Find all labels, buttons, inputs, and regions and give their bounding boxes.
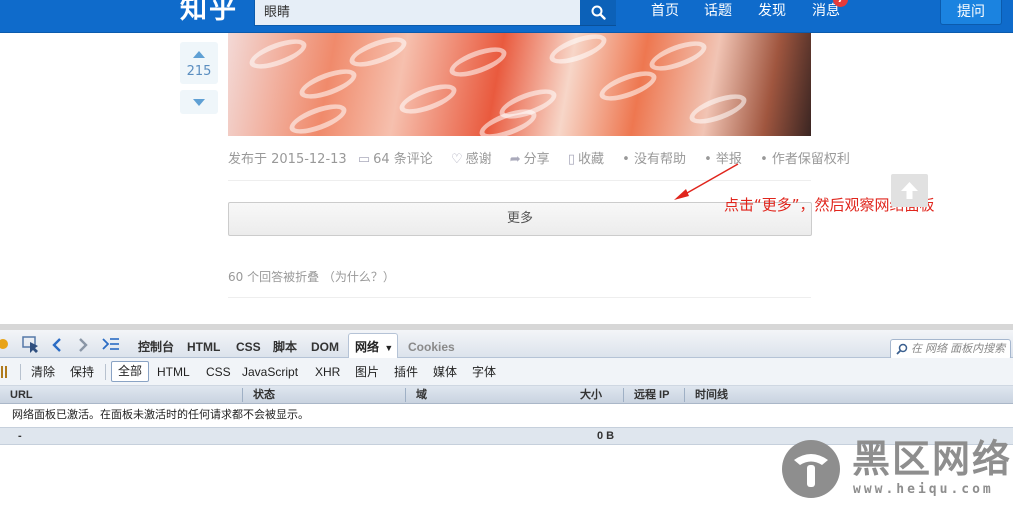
- column-url[interactable]: URL: [10, 388, 33, 402]
- back-icon[interactable]: [50, 336, 64, 354]
- nav-home[interactable]: 首页: [651, 2, 679, 20]
- column-timeline[interactable]: 时间线: [695, 388, 728, 402]
- devtools-search-input[interactable]: 在 网络 面板内搜索: [890, 339, 1011, 360]
- copyright-link[interactable]: • 作者保留权利: [760, 152, 857, 167]
- zhihu-logo[interactable]: 知乎: [180, 0, 238, 27]
- network-info-message: 网络面板已激活。在面板未激活时的任何请求都不会被显示。: [0, 405, 1013, 426]
- inspect-icon[interactable]: [22, 336, 40, 354]
- heart-icon: ♡: [450, 152, 463, 167]
- column-remote-ip[interactable]: 远程 IP: [634, 388, 669, 402]
- filter-plugins[interactable]: 插件: [394, 365, 418, 379]
- watermark-text: 黑区网络: [852, 437, 1013, 481]
- search-icon: [896, 343, 908, 355]
- filter-html[interactable]: HTML: [157, 365, 190, 379]
- summary-total-size: 0 B: [597, 430, 615, 442]
- arrow-up-icon: [901, 182, 918, 199]
- watermark-logo-icon: [782, 440, 840, 498]
- tab-css[interactable]: CSS: [236, 340, 261, 354]
- firebug-icon[interactable]: [0, 336, 10, 352]
- filter-images[interactable]: 图片: [355, 365, 379, 379]
- forward-icon[interactable]: [76, 336, 90, 354]
- search-input[interactable]: 眼睛: [254, 0, 581, 26]
- pause-icon[interactable]: [0, 364, 10, 380]
- back-to-top-button[interactable]: [891, 174, 928, 207]
- filter-all[interactable]: 全部: [111, 361, 149, 382]
- tab-cookies[interactable]: Cookies: [408, 340, 455, 354]
- devtools-toolbar: 控制台 HTML CSS 脚本 DOM 网络 ▼ Cookies 在 网络 面板…: [0, 330, 1013, 360]
- share-link[interactable]: ➦ 分享: [510, 152, 557, 167]
- answer-image: [228, 33, 811, 136]
- tab-script[interactable]: 脚本: [273, 340, 297, 354]
- share-icon: ➦: [509, 152, 521, 167]
- search-button[interactable]: [580, 0, 616, 26]
- search-icon: [591, 5, 606, 20]
- tab-dom[interactable]: DOM: [311, 340, 339, 354]
- bookmark-icon: ▯: [567, 152, 575, 167]
- comments-link[interactable]: ▭ 64 条评论: [358, 152, 440, 167]
- divider: [228, 297, 811, 298]
- upvote-button[interactable]: 215: [180, 42, 218, 84]
- column-status[interactable]: 状态: [253, 388, 275, 402]
- vote-count: 215: [186, 64, 212, 79]
- filter-xhr[interactable]: XHR: [315, 365, 340, 379]
- filter-css[interactable]: CSS: [206, 365, 231, 379]
- nav-topics[interactable]: 话题: [704, 2, 732, 20]
- thanks-link[interactable]: ♡ 感谢: [451, 152, 499, 167]
- publish-date: 发布于 2015-12-13: [228, 152, 347, 167]
- command-line-icon[interactable]: [102, 336, 120, 352]
- tab-html[interactable]: HTML: [187, 340, 220, 354]
- watermark-url: www.heiqu.com: [853, 482, 994, 497]
- persist-button[interactable]: 保持: [70, 365, 94, 379]
- collect-link[interactable]: ▯ 收藏: [568, 152, 611, 167]
- folded-answers-link[interactable]: 60 个回答被折叠 （为什么？）: [228, 270, 395, 284]
- arrow-up-icon: [193, 51, 205, 58]
- filter-fonts[interactable]: 字体: [472, 365, 496, 379]
- network-table-header: URL 状态 域 大小 远程 IP 时间线: [0, 386, 1013, 404]
- clear-button[interactable]: 清除: [31, 365, 55, 379]
- nav-explore[interactable]: 发现: [758, 2, 786, 20]
- ask-button[interactable]: 提问: [940, 0, 1002, 25]
- answer-meta-row: 发布于 2015-12-13 ▭ 64 条评论 ♡ 感谢 ➦ 分享 ▯ 收藏 • 没有帮…: [228, 152, 864, 168]
- summary-request-count: -: [18, 430, 22, 442]
- tab-network[interactable]: 网络 ▼: [348, 333, 398, 359]
- downvote-button[interactable]: [180, 90, 218, 114]
- column-domain[interactable]: 域: [416, 388, 427, 402]
- filter-media[interactable]: 媒体: [433, 365, 457, 379]
- comment-icon: ▭: [357, 152, 371, 167]
- tab-console[interactable]: 控制台: [138, 340, 174, 354]
- filter-javascript[interactable]: JavaScript: [242, 365, 298, 379]
- column-size[interactable]: 大小: [580, 388, 602, 402]
- arrow-down-icon: [193, 99, 205, 106]
- network-filter-bar: 清除 保持 全部 HTML CSS JavaScript XHR 图片 插件 媒…: [0, 358, 1013, 386]
- top-navigation-bar: 知乎 眼睛 首页 话题 发现 消息 7 提问: [0, 0, 1013, 33]
- chevron-down-icon: ▼: [384, 343, 394, 353]
